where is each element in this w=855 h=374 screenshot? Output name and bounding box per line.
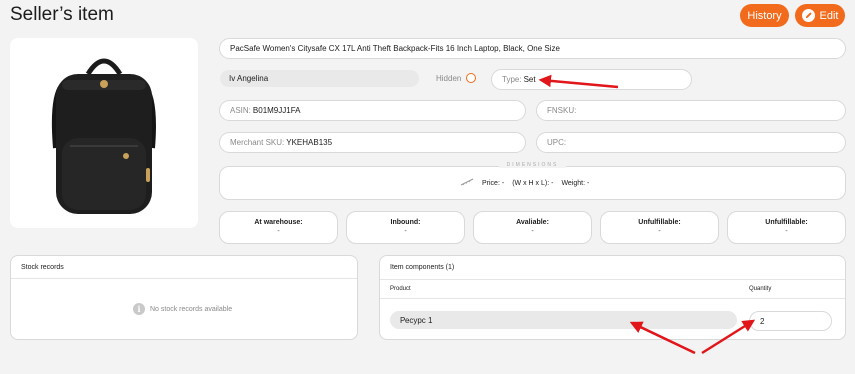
merchant-sku-label: Merchant SKU: [230, 138, 285, 147]
fnsku-field[interactable]: FNSKU: [536, 100, 846, 121]
pencil-icon [801, 9, 815, 22]
price-label: Price: [482, 179, 500, 187]
hidden-radio[interactable] [466, 73, 477, 83]
edit-button-label: Edit [819, 9, 839, 22]
info-icon: i [133, 303, 145, 315]
stat-value: - [277, 228, 280, 235]
divider [380, 298, 845, 299]
stat-label: Unfulfillable: [638, 219, 681, 226]
stat-value: - [658, 228, 661, 235]
hidden-label: Hidden [436, 73, 462, 83]
size-value: - [551, 179, 554, 187]
item-components-panel: Item components (1) Product Quantity Рес… [379, 255, 846, 340]
type-field[interactable]: Type: Set [491, 69, 692, 90]
stat-value: - [531, 228, 534, 235]
item-title-value: PacSafe Women's Citysafe CX 17L Anti The… [230, 44, 560, 53]
stock-records-title: Stock records [11, 256, 357, 279]
upc-label: UPC: [547, 138, 567, 147]
item-title-field[interactable]: PacSafe Women's Citysafe CX 17L Anti The… [219, 38, 846, 59]
stat-value: - [404, 228, 407, 235]
size-label: (W x H x L): [512, 179, 550, 187]
weight-value: - [587, 179, 590, 187]
stock-records-panel: Stock records i No stock records availab… [10, 255, 358, 340]
type-label: Type: [502, 75, 522, 84]
merchant-sku-value: YKEHAB135 [286, 138, 333, 147]
stat-label: Avaliable: [516, 219, 549, 226]
stat-at-warehouse: At warehouse: - [219, 211, 338, 244]
dimensions-section: DIMENSIONS Price: - (W x H x L): - Weigh… [219, 162, 846, 200]
hidden-toggle[interactable]: Hidden [436, 73, 477, 83]
history-button-label: History [747, 9, 782, 22]
stat-value: - [785, 228, 788, 235]
ruler-icon [460, 178, 474, 188]
merchant-sku-field[interactable]: Merchant SKU: YKEHAB135 [219, 132, 526, 153]
component-quantity-input[interactable]: 2 [749, 311, 832, 331]
price-value: - [501, 179, 505, 187]
weight-label: Weight: [561, 179, 586, 187]
divider [380, 279, 845, 280]
backpack-image [51, 58, 156, 214]
asin-field[interactable]: ASIN: B01M9JJ1FA [219, 100, 526, 121]
product-image [10, 38, 198, 228]
fnsku-label: FNSKU: [547, 106, 577, 115]
page-title: Seller’s item [10, 4, 114, 25]
stat-label: At warehouse: [254, 219, 303, 226]
stat-unfulfillable-2: Unfulfillable: - [727, 211, 846, 244]
seller-select[interactable]: Iv Angelina [220, 70, 419, 87]
component-product-select[interactable]: Ресурс 1 [390, 311, 737, 329]
col-product: Product [390, 286, 411, 292]
stat-label: Unfulfillable: [765, 219, 808, 226]
col-quantity: Quantity [749, 286, 772, 292]
type-value: Set [523, 75, 536, 84]
stat-unfulfillable: Unfulfillable: - [600, 211, 719, 244]
edit-button[interactable]: Edit [795, 4, 845, 27]
dimensions-title: DIMENSIONS [498, 162, 567, 168]
stat-available: Avaliable: - [473, 211, 592, 244]
upc-field[interactable]: UPC: [536, 132, 846, 153]
empty-state: i No stock records available [133, 303, 232, 315]
asin-label: ASIN: [230, 106, 251, 115]
history-button[interactable]: History [740, 4, 789, 27]
stat-inbound: Inbound: - [346, 211, 465, 244]
components-title: Item components (1) [390, 264, 455, 271]
stat-label: Inbound: [390, 219, 421, 226]
empty-message: No stock records available [150, 305, 233, 313]
asin-value: B01M9JJ1FA [252, 106, 301, 115]
